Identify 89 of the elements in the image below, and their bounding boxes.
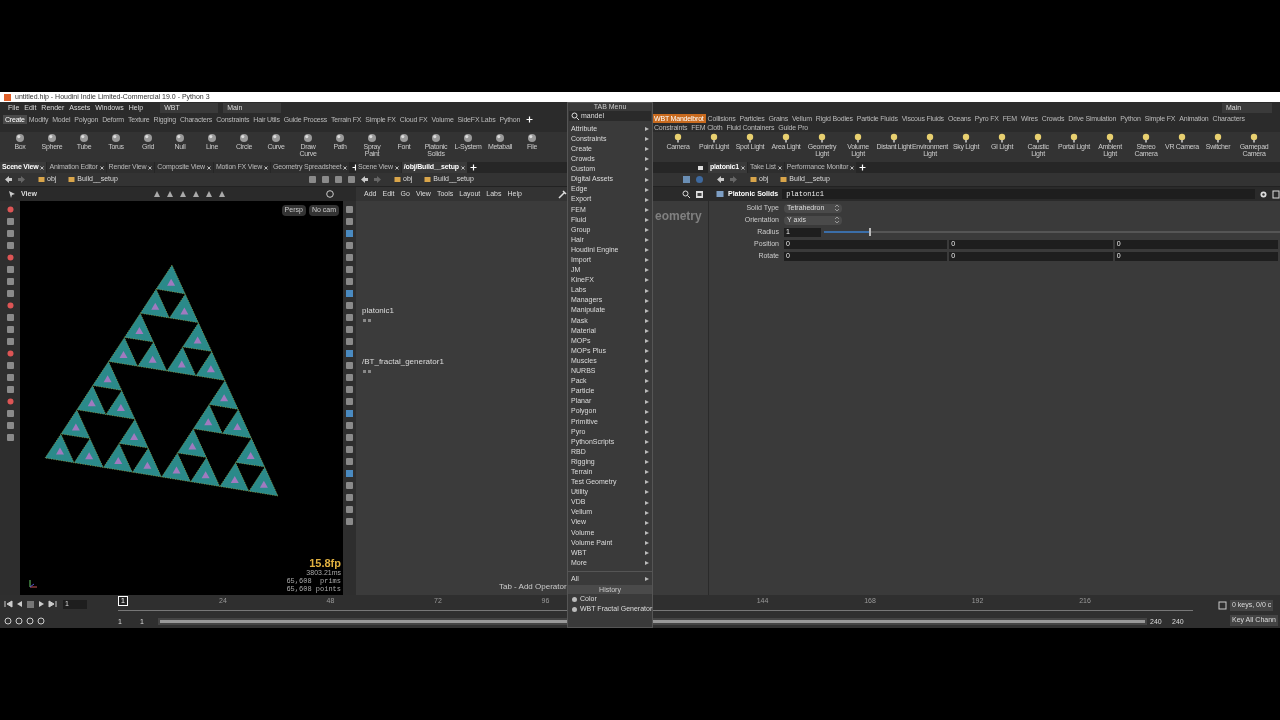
close-icon[interactable] [207, 165, 211, 170]
lamp-icon [997, 133, 1007, 143]
node-label[interactable]: platonic1 [362, 305, 395, 317]
context-label: eometry [655, 208, 702, 225]
lamp-icon [1213, 133, 1223, 143]
sphere-icon [303, 133, 313, 143]
sphere-icon [207, 133, 217, 143]
lamp-icon [889, 133, 899, 143]
close-icon[interactable] [343, 165, 348, 170]
lamp-icon [709, 133, 719, 143]
lamp-icon [781, 133, 791, 143]
node-icon [750, 176, 757, 183]
axis-icon [28, 577, 40, 589]
sphere-icon [399, 133, 409, 143]
photo-icon[interactable] [695, 189, 704, 199]
close-icon[interactable] [99, 165, 104, 170]
node-icon [38, 176, 45, 183]
lamp-icon [961, 133, 971, 143]
node-flag-icon [362, 318, 372, 323]
sphere-icon [495, 133, 505, 143]
search-icon [571, 112, 579, 120]
sphere-icon [367, 133, 377, 143]
lamp-icon [673, 133, 683, 143]
skip-end-icon[interactable] [48, 600, 57, 609]
lamp-icon [1141, 133, 1151, 143]
settings-icon[interactable] [1259, 189, 1268, 199]
lamp-icon [1249, 133, 1259, 143]
sphere-icon [175, 133, 185, 143]
sphere-icon [431, 133, 441, 143]
slider-handle[interactable] [868, 228, 871, 236]
sphere-icon [143, 133, 153, 143]
sphere-icon [527, 133, 537, 143]
sphere-icon [15, 133, 25, 143]
node-label[interactable]: /BT_fractal_generator1 [362, 356, 444, 368]
node-icon [571, 605, 578, 613]
close-icon[interactable] [394, 165, 399, 170]
lamp-icon [1033, 133, 1043, 143]
node-icon [424, 176, 432, 183]
forward-arrow-icon[interactable] [17, 175, 26, 184]
sphere-icon [239, 133, 249, 143]
lamp-icon [1105, 133, 1115, 143]
forward-arrow-icon[interactable] [729, 175, 738, 184]
lamp-icon [853, 133, 863, 143]
skip-start-icon[interactable] [4, 600, 13, 609]
sphere-icon [463, 133, 473, 143]
sphere-icon [79, 133, 89, 143]
lamp-icon [1177, 133, 1187, 143]
close-icon[interactable] [40, 165, 45, 170]
forward-arrow-icon[interactable] [373, 175, 382, 184]
submenu-arrow-icon [645, 339, 649, 343]
lamp-icon [1069, 133, 1079, 143]
back-arrow-icon[interactable] [4, 175, 13, 184]
lamp-icon [925, 133, 935, 143]
hint-text: Tab - Add Operator [499, 581, 567, 593]
play-reverse-icon[interactable] [15, 600, 24, 609]
lamp-icon [745, 133, 755, 143]
back-arrow-icon[interactable] [360, 175, 369, 184]
submenu-arrow-icon [645, 561, 649, 566]
sphere-icon [271, 133, 281, 143]
close-icon[interactable] [264, 165, 269, 170]
submenu-arrow-icon [645, 228, 649, 232]
node-icon [394, 176, 401, 183]
back-arrow-icon[interactable] [716, 175, 725, 184]
submenu-arrow-icon [645, 577, 649, 582]
search-icon[interactable] [682, 189, 691, 199]
fps-readout: 15.8fp [309, 557, 341, 569]
sphere-icon [111, 133, 121, 143]
node-flag-icon [362, 369, 372, 374]
node-icon [571, 595, 578, 603]
app-icon [4, 93, 11, 101]
updown-icon [835, 217, 839, 223]
node-icon [68, 176, 76, 183]
lamp-icon [817, 133, 827, 143]
close-icon[interactable] [850, 165, 855, 170]
close-icon[interactable] [777, 165, 782, 170]
play-icon[interactable] [37, 600, 46, 609]
sphere-icon [335, 133, 345, 143]
pane-menu-icon[interactable] [698, 164, 704, 171]
node-type-icon [716, 190, 724, 198]
node-icon [780, 176, 788, 183]
wrench-icon[interactable] [558, 189, 567, 199]
submenu-arrow-icon [645, 551, 649, 555]
sphere-icon [47, 133, 57, 143]
updown-icon [835, 205, 839, 211]
close-icon[interactable] [148, 165, 153, 170]
close-icon[interactable] [460, 165, 465, 170]
select-arrow-icon[interactable] [8, 190, 16, 198]
close-icon[interactable] [740, 165, 745, 170]
grid-icon[interactable] [682, 175, 691, 184]
